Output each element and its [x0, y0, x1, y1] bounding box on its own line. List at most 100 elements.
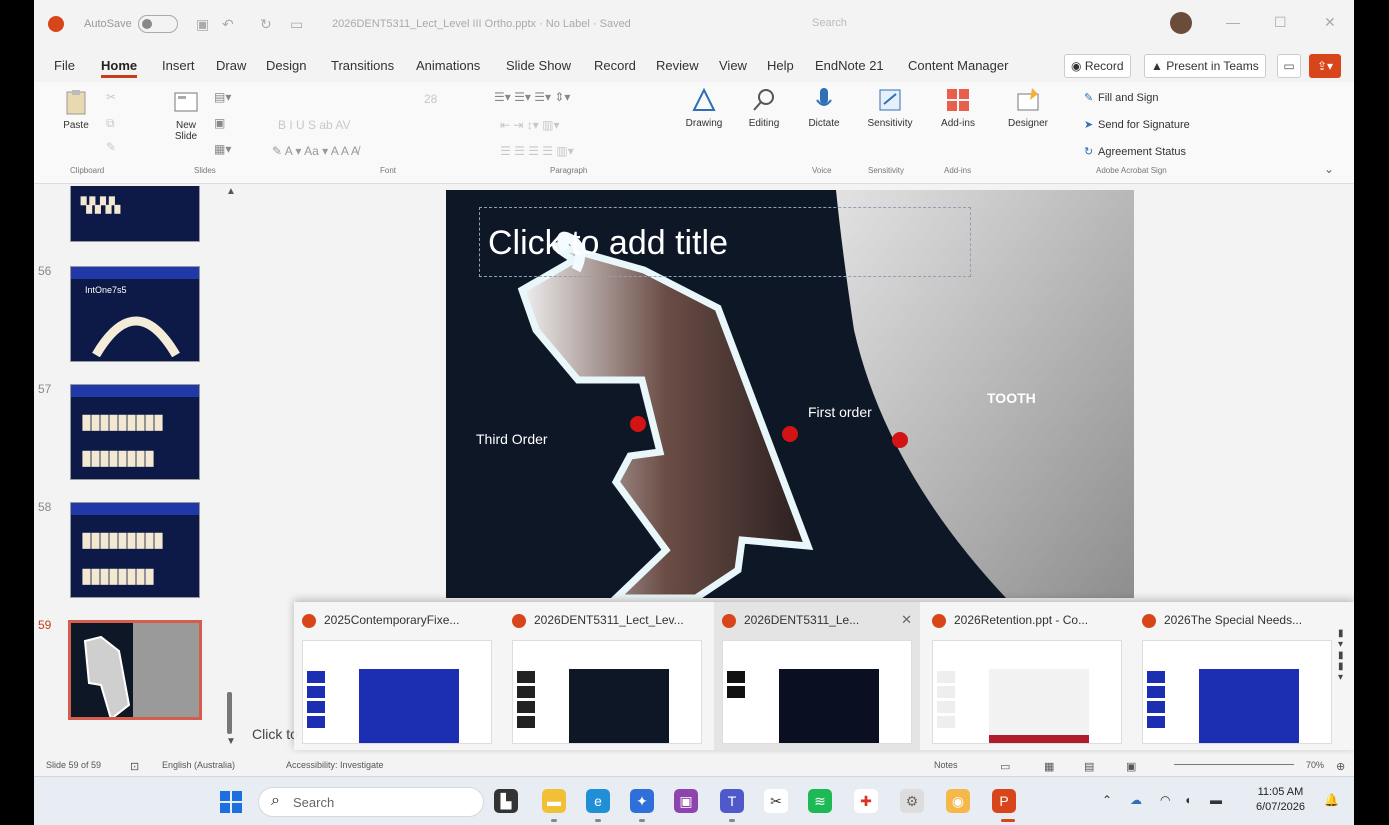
undo-icon[interactable]: ↶ — [222, 16, 234, 33]
layout-icon[interactable]: ▤▾ — [214, 90, 231, 104]
spellcheck-icon[interactable]: ⊡ — [130, 760, 139, 773]
close-icon[interactable]: ✕ — [1324, 14, 1336, 31]
share-button[interactable]: ⇪▾ — [1309, 54, 1341, 78]
window-preview[interactable]: 2026DENT5311_Lect_Lev... — [504, 602, 710, 750]
windows-start-icon[interactable] — [220, 791, 242, 813]
tab-design[interactable]: Design — [266, 58, 306, 73]
tab-draw[interactable]: Draw — [216, 58, 246, 73]
save-icon[interactable]: ▣ — [196, 16, 209, 33]
start-slideshow-icon[interactable]: ▭ — [290, 16, 303, 33]
taskbar-search-input[interactable]: Search — [258, 787, 484, 817]
slide-thumbnail[interactable]: ▮▮▮▮▮▮▮▮▮ ▮▮▮▮▮▮▮▮ — [70, 502, 200, 598]
add-ins-button[interactable]: Add-ins — [932, 86, 984, 129]
language[interactable]: English (Australia) — [162, 760, 235, 770]
collapse-ribbon-icon[interactable]: ⌄ — [1324, 162, 1334, 176]
slide-thumbnail-current[interactable] — [68, 620, 202, 720]
agreement-status-button[interactable]: ↻ Agreement Status — [1084, 145, 1186, 158]
paste-button[interactable]: Paste — [56, 88, 96, 131]
label-first-order[interactable]: First order — [808, 404, 872, 420]
marker-dot[interactable] — [892, 432, 908, 448]
window-preview[interactable]: 2025ContemporaryFixe... — [294, 602, 500, 750]
plus-app-icon[interactable]: ✚ — [854, 789, 878, 813]
tab-file[interactable]: File — [54, 58, 75, 73]
tray-expand-icon[interactable]: ⌃ — [1102, 793, 1112, 807]
volume-icon[interactable]: ◖ — [1184, 793, 1191, 807]
window-preview[interactable]: 2026DENT5311_Le... ✕ — [714, 602, 920, 750]
battery-icon[interactable]: ▬ — [1210, 793, 1222, 807]
powerpoint-taskbar-icon[interactable]: P — [992, 789, 1016, 813]
spotify-icon[interactable]: ≋ — [808, 789, 832, 813]
send-for-signature-button[interactable]: ➤ Send for Signature — [1084, 118, 1190, 131]
folder-app-icon[interactable]: ◉ — [946, 789, 970, 813]
slide-thumbnail[interactable]: IntOne7s5 — [70, 266, 200, 362]
format-painter-icon[interactable]: ✎ — [106, 140, 116, 154]
tab-animations[interactable]: Animations — [416, 58, 480, 73]
tab-help[interactable]: Help — [767, 58, 794, 73]
file-explorer-icon[interactable]: ▬ — [542, 789, 566, 813]
redo-icon[interactable]: ↻ — [260, 16, 272, 33]
slide-sorter-icon[interactable]: ▦ — [1044, 760, 1054, 773]
comments-icon[interactable]: ▭ — [1277, 54, 1301, 78]
reset-icon[interactable]: ▣ — [214, 116, 225, 130]
zoom-level[interactable]: 70% — [1306, 760, 1324, 770]
fit-to-window-icon[interactable]: ⊕ — [1336, 760, 1345, 773]
fill-and-sign-button[interactable]: ✎ Fill and Sign — [1084, 91, 1159, 104]
cut-icon[interactable]: ✂ — [106, 90, 116, 104]
sensitivity-button[interactable]: Sensitivity — [860, 86, 920, 129]
clock[interactable]: 11:05 AM 6/07/2026 — [1256, 785, 1305, 815]
tab-record[interactable]: Record — [594, 58, 636, 73]
teams-icon[interactable]: T — [720, 789, 744, 813]
notes-button[interactable]: Notes — [934, 760, 958, 770]
tab-insert[interactable]: Insert — [162, 58, 195, 73]
slide-thumbnail[interactable]: ▮▮▮▮▮▮▮▮▮ ▮▮▮▮▮▮▮▮ — [70, 384, 200, 480]
dictate-button[interactable]: Dictate — [798, 86, 850, 129]
record-button[interactable]: ◉ Record — [1064, 54, 1131, 78]
settings-icon[interactable]: ⚙ — [900, 789, 924, 813]
maximize-icon[interactable]: ☐ — [1274, 14, 1287, 31]
tab-endnote[interactable]: EndNote 21 — [815, 58, 884, 73]
slide-count[interactable]: Slide 59 of 59 — [46, 760, 101, 770]
slide-thumbnail[interactable]: ▚▚ ▚▚ — [70, 186, 200, 242]
editing-button[interactable]: Editing — [738, 86, 790, 129]
zoom-slider[interactable] — [1174, 764, 1294, 765]
marker-dot[interactable] — [782, 426, 798, 442]
bold-icon[interactable]: B I U S ab AV — [278, 118, 350, 132]
tab-view[interactable]: View — [719, 58, 747, 73]
photos-icon[interactable]: ▣ — [674, 789, 698, 813]
wifi-icon[interactable]: ◠ — [1160, 793, 1170, 807]
font-color-icon[interactable]: ✎ A ▾ Aa ▾ A A A̸ — [272, 144, 359, 158]
avatar[interactable] — [1170, 12, 1192, 34]
bullets-icon[interactable]: ☰▾ ☰▾ ☰▾ ⇕▾ — [494, 90, 570, 104]
minimize-icon[interactable]: — — [1226, 14, 1240, 30]
search-box[interactable]: Search — [782, 12, 1142, 36]
thumbnail-scroll-down-icon[interactable]: ▼ — [226, 736, 236, 747]
marker-dot[interactable] — [630, 416, 646, 432]
slideshow-view-icon[interactable]: ▣ — [1126, 760, 1136, 773]
designer-button[interactable]: Designer — [1000, 86, 1056, 129]
title-placeholder[interactable]: Click to add title — [479, 207, 971, 277]
section-icon[interactable]: ▦▾ — [214, 142, 231, 156]
tab-home[interactable]: Home — [101, 58, 138, 78]
indent-icon[interactable]: ⇤ ⇥ ↕▾ ▥▾ — [500, 118, 560, 132]
window-preview[interactable]: 2026The Special Needs... — [1134, 602, 1340, 750]
tab-slide-show[interactable]: Slide Show — [506, 58, 571, 73]
thumbnail-scrollbar[interactable] — [227, 692, 232, 734]
label-tooth[interactable]: TOOTH — [987, 390, 1036, 406]
present-in-teams-button[interactable]: ▲ Present in Teams — [1144, 54, 1266, 78]
document-title[interactable]: 2026DENT5311_Lect_Level III Ortho.pptx ·… — [332, 18, 631, 30]
label-third-order[interactable]: Third Order — [476, 431, 548, 447]
accessibility-status[interactable]: Accessibility: Investigate — [286, 760, 384, 770]
tab-transitions[interactable]: Transitions — [331, 58, 394, 73]
tab-review[interactable]: Review — [656, 58, 699, 73]
drawing-button[interactable]: Drawing — [676, 86, 732, 129]
copilot-icon[interactable]: ✦ — [630, 789, 654, 813]
new-slide-button[interactable]: New Slide — [166, 88, 206, 142]
preview-scrollbar[interactable]: ▮ ▾ ▮ ▮ ▾ — [1338, 628, 1350, 683]
font-size-value[interactable]: 28 — [424, 92, 437, 106]
close-preview-icon[interactable]: ✕ — [901, 612, 912, 628]
slide-canvas[interactable]: Click to add title Third Order First ord… — [446, 190, 1134, 598]
window-preview[interactable]: 2026Retention.ppt - Co... — [924, 602, 1130, 750]
normal-view-icon[interactable]: ▭ — [1000, 760, 1010, 773]
reading-view-icon[interactable]: ▤ — [1084, 760, 1094, 773]
snipping-tool-icon[interactable]: ✂ — [764, 789, 788, 813]
